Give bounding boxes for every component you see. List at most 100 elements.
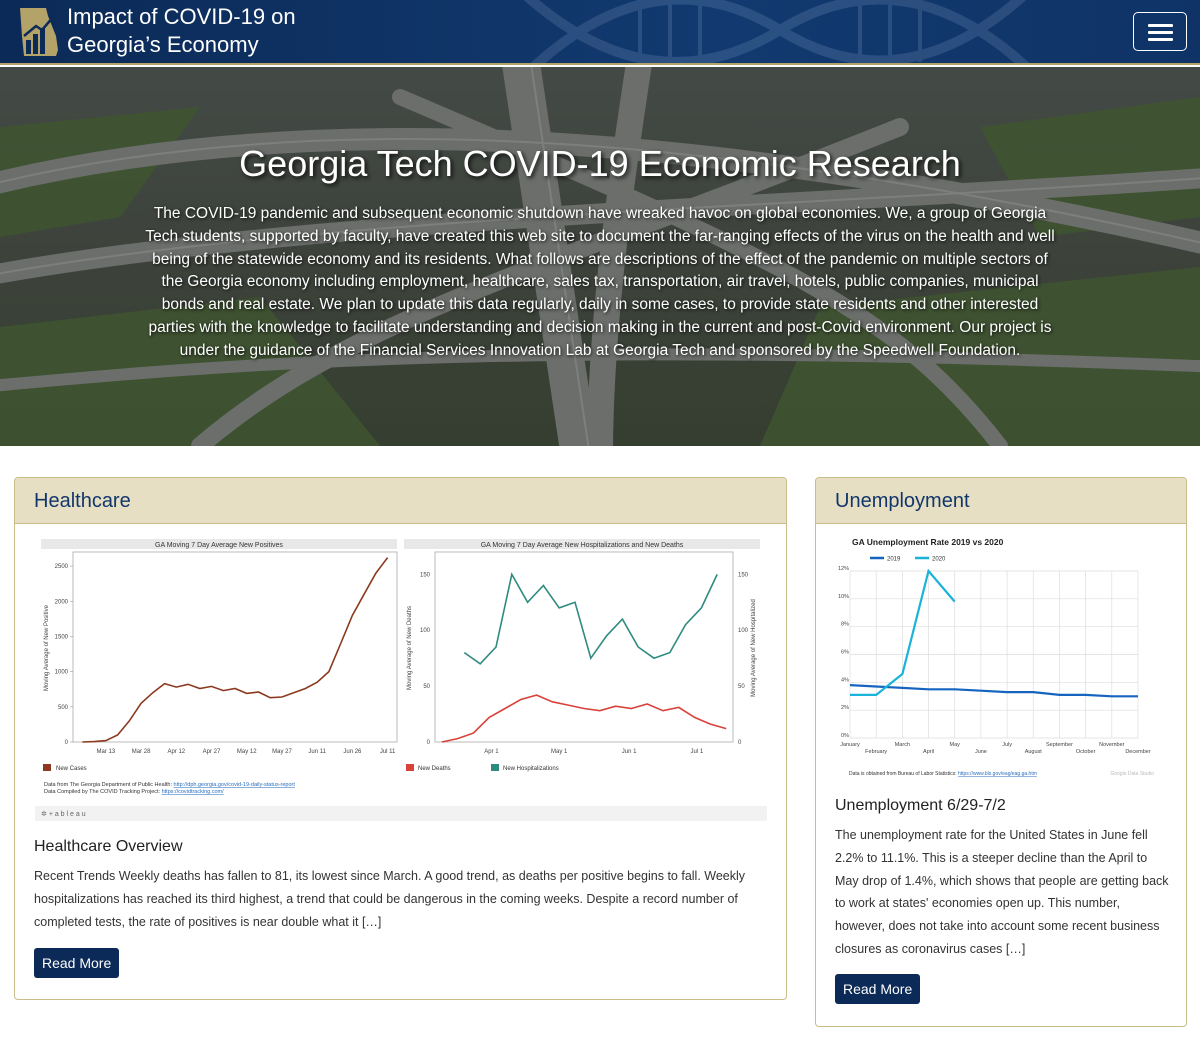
chart2-title: GA Moving 7 Day Average New Hospitalizat… — [481, 542, 684, 549]
chart1-xtick-label: Jun 26 — [343, 749, 362, 755]
chart1-ytick-label: 500 — [58, 705, 69, 711]
legend-2019: 2019 — [887, 557, 901, 563]
unemployment-xtick-label: January — [840, 742, 860, 748]
unemployment-xtick-label: April — [923, 749, 934, 755]
chart1-ytick-label: 2000 — [55, 599, 69, 605]
hero-description: The COVID-19 pandemic and subsequent eco… — [145, 205, 1055, 359]
unemployment-xtick-label: June — [975, 749, 987, 755]
hero-title: Georgia Tech COVID-19 Economic Research — [239, 143, 961, 184]
unemployment-chart-embed[interactable]: GA Unemployment Rate 2019 vs 2020 2019 2… — [836, 532, 1176, 780]
hero-banner: Georgia Tech COVID-19 Economic Research … — [0, 67, 1200, 446]
healthcare-heading[interactable]: Healthcare — [34, 478, 786, 525]
legend-2020: 2020 — [932, 557, 946, 563]
chart2-xtick-label: May 1 — [551, 749, 568, 755]
healthcare-charts-svg: GA Moving 7 Day Average New Positives Mo… — [35, 539, 767, 821]
unemployment-source: Data is obtained from Bureau of Labor St… — [849, 771, 1037, 777]
chart2-xtick-label: Jun 1 — [622, 749, 637, 755]
unemployment-ytick-label: 12% — [838, 566, 849, 572]
unemployment-card: Unemployment GA Unemployment Rate 2019 v… — [815, 477, 1187, 1027]
unemployment-xtick-label: December — [1125, 749, 1151, 755]
unemployment-ytick-label: 8% — [841, 622, 849, 628]
legend-new-hosp: New Hospitalizations — [503, 766, 559, 772]
chart2-ytick-label: 50 — [423, 684, 430, 690]
unemployment-xtick-label: May — [950, 742, 961, 748]
unemployment-xtick-label: July — [1002, 742, 1012, 748]
chart2-deaths-line — [441, 694, 727, 743]
unemployment-xtick-label: March — [895, 742, 910, 748]
unemployment-xtick-label: November — [1099, 742, 1125, 748]
menu-toggle-button[interactable] — [1133, 12, 1187, 51]
chart1-xtick-label: May 27 — [272, 749, 292, 755]
tableau-logo[interactable]: ✲ + a b l e a u — [41, 810, 86, 818]
healthcare-source-1: Data from The Georgia Department of Publ… — [44, 782, 295, 788]
chart1-ylabel: Moving Average of New Positive — [44, 604, 50, 691]
chart1-new-cases-line — [82, 557, 389, 743]
healthcare-card: Healthcare GA Moving 7 Day Average New P… — [14, 477, 787, 1000]
chart1-xtick-label: Apr 27 — [203, 749, 221, 755]
healthcare-source-link-1[interactable]: http://dph.georgia.gov/covid-19-daily-st… — [174, 782, 296, 788]
unemployment-ytick-label: 2% — [841, 705, 849, 711]
site-title-line1: Impact of COVID-19 on — [67, 4, 296, 29]
chart2-xtick-label: Apr 1 — [484, 749, 499, 755]
chart2-ytick-label: 0 — [427, 740, 431, 746]
unemployment-text: The unemployment rate for the United Sta… — [835, 828, 1169, 956]
unemployment-sub-title[interactable]: Unemployment 6/29-7/2 — [835, 797, 1006, 815]
unemployment-xtick-label: February — [865, 749, 887, 755]
unemployment-2019-line — [849, 684, 1138, 698]
legend-new-deaths: New Deaths — [418, 766, 451, 772]
unemployment-xtick-label: October — [1076, 749, 1096, 755]
chart2-xtick-label: Jul 1 — [691, 749, 704, 755]
georgia-logo-icon[interactable] — [16, 6, 60, 58]
legend-new-cases-swatch — [43, 764, 51, 771]
chart1-plot-area — [72, 551, 398, 743]
unemployment-xtick-label: August — [1025, 749, 1043, 755]
unemployment-xtick-label: September — [1046, 742, 1073, 748]
chart1-xtick-label: Mar 28 — [132, 749, 151, 755]
healthcare-overview-title[interactable]: Healthcare Overview — [34, 838, 183, 856]
navbar: Impact of COVID-19 on Georgia’s Economy — [0, 0, 1200, 65]
unemployment-source-link[interactable]: https://www.bls.gov/eag/eag.ga.htm — [958, 771, 1037, 777]
healthcare-read-more-button[interactable]: Read More — [34, 948, 120, 978]
chart1-xtick-label: Jul 11 — [380, 749, 396, 755]
healthcare-tableau-embed[interactable]: GA Moving 7 Day Average New Positives Mo… — [35, 533, 767, 823]
healthcare-source-link-2[interactable]: https://covidtracking.com/ — [162, 789, 225, 795]
hamburger-icon — [1148, 24, 1173, 27]
chart1-title: GA Moving 7 Day Average New Positives — [155, 542, 283, 549]
unemployment-read-more-button[interactable]: Read More — [835, 974, 921, 1004]
site-title-line2: Georgia’s Economy — [67, 32, 259, 57]
unemployment-ytick-label: 0% — [841, 733, 849, 739]
chart2-ytick-label: 100 — [420, 628, 431, 634]
chart1-xtick-label: Jun 11 — [308, 749, 326, 755]
unemployment-heading[interactable]: Unemployment — [835, 478, 1186, 525]
chart2-y2tick-label: 150 — [738, 572, 749, 578]
chart1-ytick-label: 0 — [65, 740, 69, 746]
healthcare-source-2: Data Compiled by The COVID Tracking Proj… — [44, 789, 224, 795]
unemployment-chart-svg: GA Unemployment Rate 2019 vs 2020 2019 2… — [838, 537, 1154, 777]
tableau-footer — [35, 806, 767, 821]
chart1-ytick-label: 2500 — [55, 564, 69, 570]
chart1-xtick-label: May 12 — [237, 749, 257, 755]
chart2-y2label: Moving Average of New Hospitalized — [751, 599, 757, 697]
chart2-hospitalizations-line — [463, 572, 718, 665]
healthcare-card-header: Healthcare — [15, 478, 786, 524]
unemployment-ytick-label: 4% — [841, 677, 849, 683]
unemployment-chart-title: GA Unemployment Rate 2019 vs 2020 — [852, 537, 1004, 547]
chart2-y2tick-label: 50 — [738, 684, 745, 690]
google-data-studio-credit: Google Data Studio — [1110, 771, 1154, 777]
unemployment-ytick-label: 6% — [841, 650, 849, 656]
chart2-ytick-label: 150 — [420, 572, 431, 578]
healthcare-overview-text: Recent Trends Weekly deaths has fallen t… — [34, 869, 746, 929]
legend-new-hosp-swatch — [491, 764, 499, 771]
chart1-ytick-label: 1000 — [55, 670, 69, 676]
unemployment-ytick-label: 10% — [838, 594, 849, 600]
chart1-ytick-label: 1500 — [55, 634, 69, 640]
chart1-xtick-label: Apr 12 — [167, 749, 185, 755]
unemployment-card-header: Unemployment — [816, 478, 1186, 524]
dna-helix-decoration — [523, 0, 1030, 63]
chart2-ylabel: Moving Average of New Deaths — [407, 606, 413, 690]
chart1-xtick-label: Mar 13 — [97, 749, 116, 755]
legend-new-cases: New Cases — [56, 766, 87, 772]
legend-new-deaths-swatch — [406, 764, 414, 771]
chart2-y2tick-label: 100 — [738, 628, 749, 634]
site-title[interactable]: Impact of COVID-19 on Georgia’s Economy — [67, 3, 296, 59]
